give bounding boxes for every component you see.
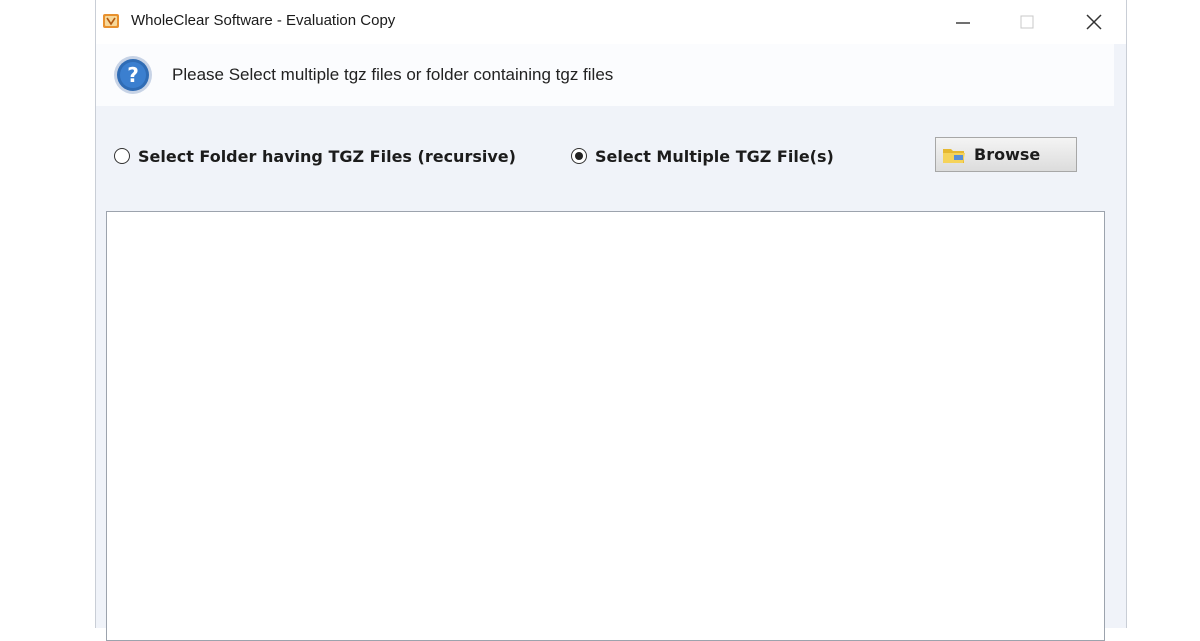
- info-banner: ? Please Select multiple tgz files or fo…: [96, 44, 1114, 106]
- files-option-radio[interactable]: Select Multiple TGZ File(s): [571, 140, 834, 172]
- title-bar: WholeClear Software - Evaluation Copy: [96, 0, 1126, 44]
- info-message: Please Select multiple tgz files or fold…: [172, 65, 614, 84]
- files-option-label[interactable]: Select Multiple TGZ File(s): [595, 147, 834, 166]
- folder-option-label[interactable]: Select Folder having TGZ Files (recursiv…: [138, 147, 516, 166]
- minimize-button[interactable]: [940, 0, 986, 44]
- app-window: WholeClear Software - Evaluation Copy ? …: [95, 0, 1127, 641]
- svg-text:?: ?: [127, 63, 139, 87]
- browse-button[interactable]: Browse: [935, 137, 1077, 172]
- maximize-button[interactable]: [1004, 0, 1050, 44]
- close-button[interactable]: [1071, 0, 1117, 44]
- folder-option-indicator[interactable]: [114, 148, 130, 164]
- files-option-indicator[interactable]: [571, 148, 587, 164]
- maximize-icon: [1020, 15, 1034, 29]
- close-icon: [1086, 14, 1102, 30]
- question-icon: ?: [114, 56, 152, 94]
- file-list[interactable]: [106, 211, 1105, 641]
- folder-option-radio[interactable]: Select Folder having TGZ Files (recursiv…: [114, 140, 516, 172]
- wholeclear-app-icon: [103, 14, 119, 28]
- folder-icon: [943, 148, 965, 163]
- window-title: WholeClear Software - Evaluation Copy: [131, 12, 396, 29]
- minimize-icon: [956, 22, 970, 24]
- browse-label: Browse: [974, 145, 1041, 164]
